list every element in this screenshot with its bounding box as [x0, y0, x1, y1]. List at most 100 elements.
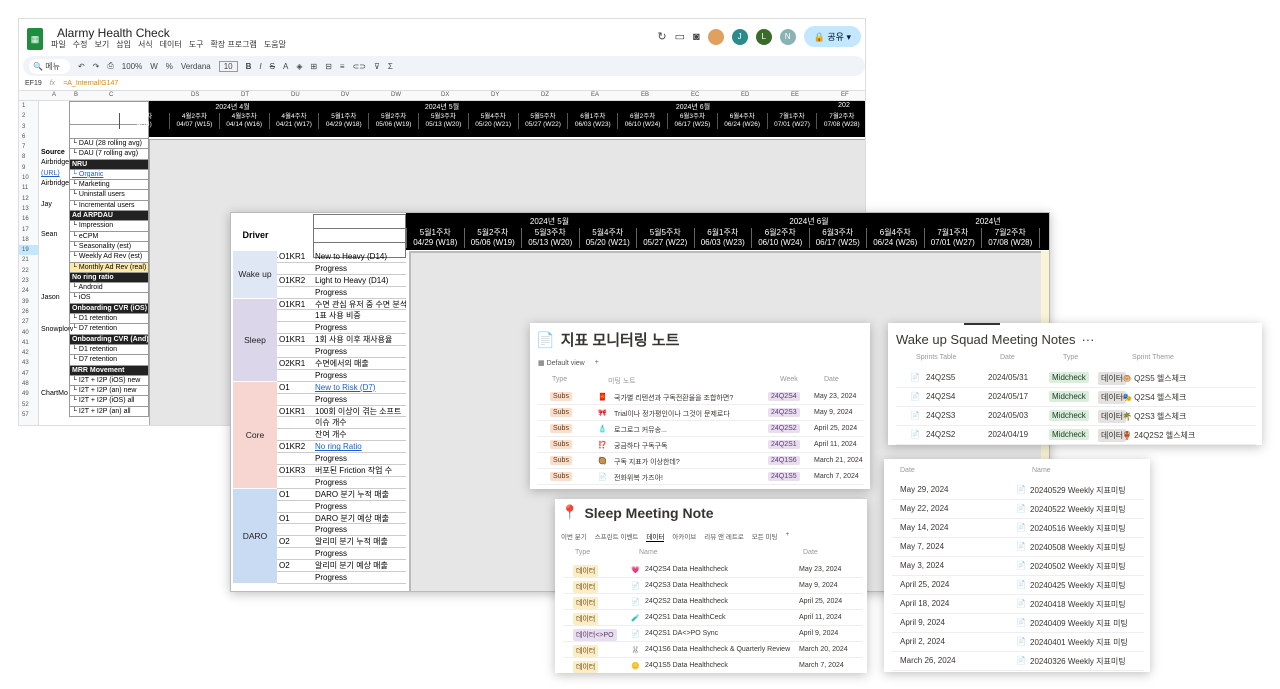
metric-label[interactable]: └ Weekly Ad Rev (est) [69, 252, 149, 263]
metric-label[interactable]: Onboarding CVR (And) [69, 334, 149, 345]
row-number[interactable]: 13 [19, 204, 38, 214]
kr-label[interactable]: 수면 관심 유저 중 수면 분석 [313, 299, 406, 311]
kr-label[interactable]: DARO 분기 누적 매출 [313, 489, 406, 501]
row-number[interactable]: 43 [19, 358, 38, 368]
metric-label[interactable]: └ DAU (28 rolling avg) [69, 139, 149, 150]
view-tab[interactable]: 스프린트 이벤트 [595, 531, 639, 542]
metric-label[interactable]: └ Organic [69, 169, 149, 181]
kr-label[interactable]: 잔여 개수 [313, 429, 406, 442]
table-row[interactable]: 데이터 🪙 24Q1S5 Data Healthcheck March 7, 2024 [563, 658, 863, 673]
default-view-tab[interactable]: ▦ Default view [538, 359, 585, 367]
add-view-icon[interactable]: + [595, 359, 599, 367]
zoom-select[interactable]: 100% [122, 62, 142, 71]
menu-item[interactable]: 도구 [189, 39, 204, 50]
bold-icon[interactable]: B [246, 62, 252, 71]
kr-label[interactable]: Progress [313, 322, 406, 335]
kr-label[interactable]: New to Heavy (D14) [313, 251, 406, 263]
table-row[interactable]: Subs 🧴 로그로그 커뮤송... 24Q2S2 April 25, 2024 [538, 421, 864, 437]
kr-label[interactable]: Progress [313, 548, 406, 561]
row-number[interactable]: 47 [19, 369, 38, 379]
kr-label[interactable]: 수면에서의 매출 [313, 358, 406, 370]
metric-label[interactable]: └ eCPM [69, 231, 149, 242]
kr-label[interactable]: Progress [313, 287, 406, 299]
kr-label[interactable]: No ring Ratio [313, 441, 406, 454]
table-row[interactable]: 데이터 📄 24Q2S3 Data Healthcheck May 9, 2024 [563, 578, 863, 594]
font-select[interactable]: Verdana [181, 62, 211, 71]
row-number[interactable]: 18 [19, 235, 38, 245]
column-header[interactable]: DU [291, 92, 300, 98]
kr-label[interactable]: Progress [313, 524, 406, 537]
row-number[interactable]: 3 [19, 122, 38, 132]
metric-label[interactable]: └ D1 retention [69, 314, 149, 325]
row-number[interactable]: 10 [19, 173, 38, 183]
table-row[interactable]: 데이터 🧪 24Q2S1 Data HealthCeck April 11, 2024 [563, 610, 863, 626]
table-row[interactable]: 📄 24Q2S4 2024/05/17 Midcheck 데이터 🎭 Q2S4 헬스체크 [896, 388, 1256, 407]
table-row[interactable]: 📄 24Q2S5 2024/05/31 Midcheck 데이터 🐵 Q2S5 헬스체크 [896, 369, 1256, 388]
row-number[interactable]: 11 [19, 183, 38, 193]
more-icon[interactable]: ··· [1081, 332, 1094, 347]
formula-input[interactable]: =A_Internal!G147 [63, 80, 118, 87]
menu-item[interactable]: 수정 [73, 39, 88, 50]
column-header[interactable]: DZ [541, 92, 549, 98]
row-number[interactable]: 8 [19, 152, 38, 162]
kr-label[interactable]: 100회 이상이 겪는 소프트 [313, 406, 406, 418]
table-row[interactable]: 데이터<>PO 📄 24Q2S1 DA<>PO Sync April 9, 2024 [563, 626, 863, 642]
menu-item[interactable]: 확장 프로그램 [211, 39, 257, 50]
undo-icon[interactable]: ↶ [78, 62, 85, 71]
metric-label[interactable]: └ Marketing [69, 180, 149, 191]
column-header[interactable]: EC [691, 92, 699, 98]
menu-item[interactable]: 보기 [94, 39, 109, 50]
row-number[interactable]: 7 [19, 142, 38, 152]
table-row[interactable]: March 26, 2024 📄 20240326 Weekly 지표미팅 [892, 652, 1144, 671]
table-row[interactable]: Subs 📄 전화위복 가즈아! 24Q1S5 March 7, 2024 [538, 469, 864, 485]
row-number[interactable]: 52 [19, 400, 38, 410]
avatar[interactable]: L [755, 28, 772, 45]
avatar[interactable] [707, 28, 724, 45]
menu-search[interactable]: 🔍 메뉴 [29, 58, 70, 74]
menu-item[interactable]: 데이터 [160, 39, 182, 50]
redo-icon[interactable]: ↷ [93, 62, 100, 71]
menu-item[interactable]: 도움말 [264, 39, 286, 50]
metric-label[interactable]: └ Monthly Ad Rev (real) [69, 262, 149, 273]
column-header[interactable]: C [109, 92, 113, 98]
borders-icon[interactable]: ⊞ [310, 62, 317, 71]
metric-label[interactable]: └ iOS [69, 293, 149, 304]
row-number[interactable]: 16 [19, 214, 38, 224]
currency-icon[interactable]: W [150, 62, 158, 71]
metric-label[interactable]: └ Incremental users [69, 200, 149, 212]
row-number[interactable]: 49 [19, 389, 38, 399]
row-number[interactable]: 27 [19, 317, 38, 327]
link-icon[interactable]: ⊂⊃ [353, 62, 366, 71]
kr-label[interactable]: Progress [313, 477, 406, 489]
column-header[interactable]: EE [791, 92, 799, 98]
menu-item[interactable]: 서식 [138, 39, 153, 50]
table-row[interactable]: May 14, 2024 📄 20240516 Weekly 지표미팅 [892, 519, 1144, 538]
row-number[interactable]: 41 [19, 338, 38, 348]
metric-label[interactable]: NRU [69, 159, 149, 170]
fill-color-icon[interactable]: ◈ [296, 62, 302, 71]
table-row[interactable]: Subs 🥘 구독 지표가 이상한데? 24Q1S6 March 21, 2024 [538, 453, 864, 469]
kr-label[interactable]: 버포된 Friction 작업 수 [313, 465, 406, 477]
cell-reference[interactable]: EF19 [25, 80, 42, 87]
kr-label[interactable]: 알리미 분기 누적 매출 [313, 536, 406, 549]
align-icon[interactable]: ≡ [340, 62, 345, 71]
avatar[interactable]: N [779, 28, 796, 45]
table-row[interactable]: May 3, 2024 📄 20240502 Weekly 지표미팅 [892, 557, 1144, 576]
metric-label[interactable]: Ad ARPDAU [69, 211, 149, 222]
strikethrough-icon[interactable]: S [270, 62, 275, 71]
metric-label[interactable]: └ I2T + I2P (an) new [69, 386, 149, 397]
column-header[interactable]: DW [391, 92, 401, 98]
table-row[interactable]: May 7, 2024 📄 20240508 Weekly 지표미팅 [892, 538, 1144, 557]
row-number[interactable]: 24 [19, 286, 38, 296]
metric-label[interactable]: └ Uninstall users [69, 190, 149, 201]
kr-label[interactable]: Progress [313, 370, 406, 382]
header-cell[interactable] [314, 215, 405, 229]
kr-label[interactable]: 1표 사용 비중 [313, 310, 406, 323]
merge-icon[interactable]: ⊟ [325, 62, 332, 71]
metric-label[interactable]: └ I2T + I2P (an) all [69, 406, 149, 418]
view-tab[interactable]: 아카이브 [672, 531, 696, 542]
kr-label[interactable]: 1회 사용 이후 재사용율 [313, 334, 406, 347]
add-view-icon[interactable]: + [786, 531, 790, 542]
menu-item[interactable]: 파일 [51, 39, 66, 50]
kr-label[interactable]: Progress [313, 346, 406, 359]
